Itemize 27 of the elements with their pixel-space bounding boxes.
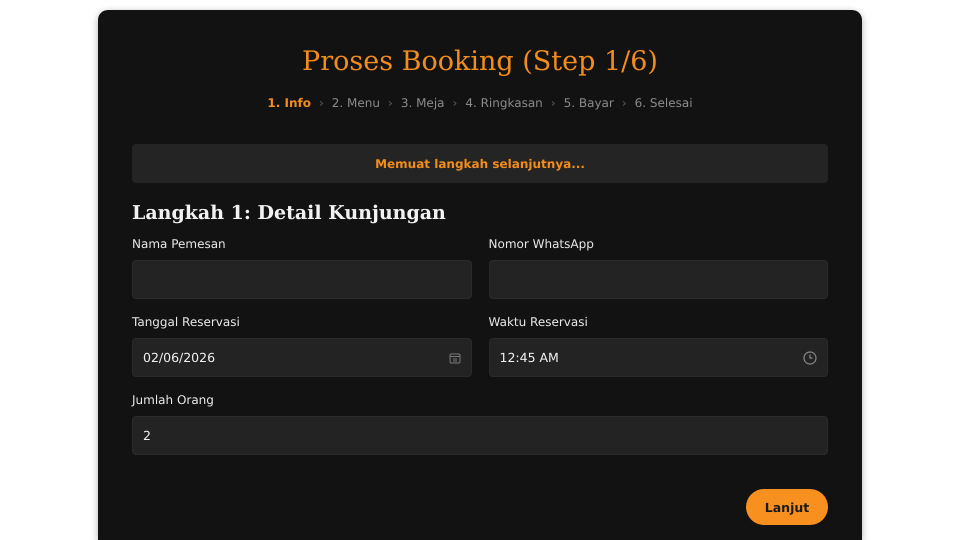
step-tab[interactable]: 2. Menu <box>332 96 380 110</box>
page-title: Proses Booking (Step 1/6) <box>301 45 659 79</box>
next-button[interactable]: Lanjut <box>746 489 828 525</box>
step-separator: › <box>388 96 393 110</box>
field-label: Tanggal Reservasi <box>132 314 241 331</box>
input-field[interactable]: 12:45 AM <box>488 338 828 377</box>
field-label: Waktu Reservasi <box>488 314 589 331</box>
input-field[interactable]: 02/06/2026 <box>132 338 472 377</box>
loading-banner: Memuat langkah selanjutnya... <box>132 144 828 183</box>
step-tab[interactable]: 4. Ringkasan <box>465 96 543 110</box>
step-tab[interactable]: 1. Info <box>267 96 311 110</box>
step-tab[interactable]: 3. Meja <box>400 96 444 110</box>
input-field[interactable] <box>488 260 828 299</box>
field-label: Jumlah Orang <box>132 392 215 409</box>
step-separator: › <box>622 96 627 110</box>
step-separator: › <box>452 96 458 110</box>
calendar-icon[interactable] <box>448 352 460 364</box>
step-tab[interactable]: 5. Bayar <box>564 96 614 110</box>
input-field[interactable] <box>132 260 472 299</box>
field-label: Nomor WhatsApp <box>488 236 595 253</box>
clock-icon[interactable] <box>803 350 817 364</box>
step-separator: › <box>318 96 324 110</box>
step-separator: › <box>550 96 556 110</box>
field-label: Nama Pemesan <box>132 236 227 253</box>
input-field[interactable]: 2 <box>132 416 828 455</box>
section-title: Langkah 1: Detail Kunjungan <box>132 201 447 226</box>
step-tab[interactable]: 6. Selesai <box>634 96 693 110</box>
